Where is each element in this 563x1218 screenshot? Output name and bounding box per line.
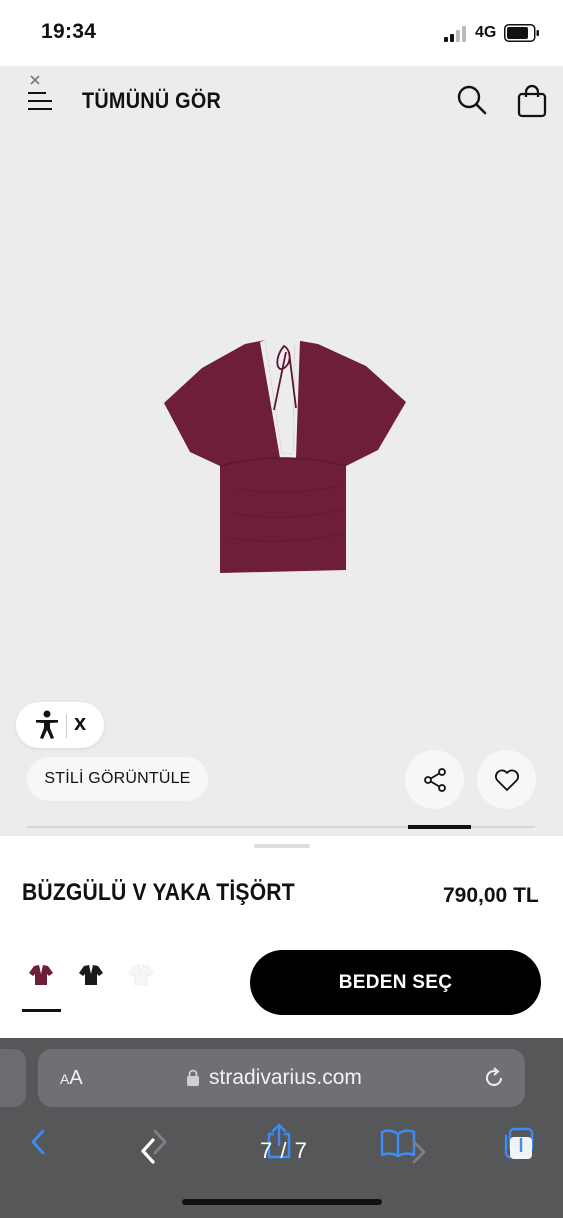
divider [66,714,67,738]
menu-icon[interactable] [26,74,56,116]
home-indicator[interactable] [182,1199,382,1205]
battery-icon [504,24,539,42]
text-size-button[interactable]: AA [60,1067,83,1090]
tabs-icon[interactable] [501,1126,535,1160]
product-image[interactable] [160,338,410,578]
accessibility-icon[interactable] [34,710,60,740]
product-price: 790,00 TL [443,884,539,907]
search-icon[interactable] [456,84,488,116]
color-swatch-white[interactable] [128,962,154,988]
status-time: 19:34 [41,20,97,43]
product-name: BÜZGÜLÜ V YAKA TİŞÖRT [22,879,295,906]
image-counter: 7 / 7 [260,1138,308,1163]
sheet-handle[interactable] [254,844,310,848]
text-size-large: A [69,1067,83,1089]
heart-icon [494,769,519,791]
url-text[interactable]: stradivarius.com [209,1066,362,1090]
selected-color-indicator [22,1009,61,1012]
previous-tab-preview[interactable] [0,1049,26,1107]
select-size-button[interactable]: BEDEN SEÇ [250,950,541,1015]
back-icon[interactable] [28,1128,48,1156]
color-swatch-black[interactable] [78,962,104,988]
color-swatch-burgundy[interactable] [28,962,54,988]
accessibility-widget[interactable] [16,702,104,748]
gallery-progress-indicator [408,825,471,829]
view-style-button[interactable]: STİLİ GÖRÜNTÜLE [27,757,208,801]
share-icon [423,767,446,792]
network-type: 4G [475,24,497,41]
page-title[interactable]: TÜMÜNÜ GÖR [82,88,221,114]
next-image-icon[interactable] [410,1138,428,1166]
share-button[interactable] [405,750,464,809]
reload-icon[interactable] [482,1066,506,1090]
previous-image-icon[interactable] [138,1136,158,1166]
lock-icon [187,1069,199,1086]
favorite-button[interactable] [477,750,536,809]
signal-icon [444,26,466,42]
text-size-small: A [60,1071,70,1087]
shopping-bag-icon[interactable] [516,84,548,118]
accessibility-close-button[interactable]: x [74,710,86,736]
